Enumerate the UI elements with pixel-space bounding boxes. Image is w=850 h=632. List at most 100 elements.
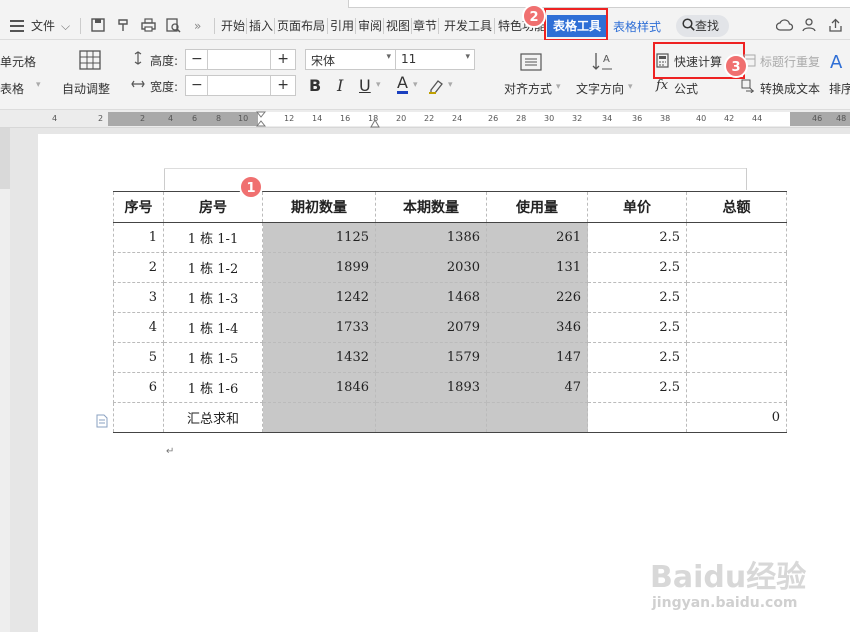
column-marker[interactable] [370,117,380,131]
table-cell[interactable] [375,402,487,433]
sort-button[interactable]: 排序 [829,80,850,97]
tab-view[interactable]: 视图 [386,18,410,34]
table-cell[interactable]: 1899 [262,252,376,283]
underline-icon[interactable]: U [359,76,371,95]
search-button[interactable]: 查找 [676,15,729,37]
table-button[interactable]: 表格 [0,80,24,97]
save-icon[interactable] [91,18,105,35]
table-cell[interactable]: 1579 [375,342,487,373]
convert-text-button[interactable]: 转换成文本 [760,80,820,97]
table-cell[interactable]: 1 [113,222,164,253]
file-menu[interactable]: 文件 [31,18,55,34]
table-cell[interactable] [686,282,787,313]
table-cell[interactable]: 2.5 [587,252,687,283]
cell-button[interactable]: 单元格 [0,53,36,70]
header-cell[interactable]: 本期数量 [375,191,487,223]
table-cell[interactable]: 2030 [375,252,487,283]
formula-button[interactable]: 公式 [674,80,698,97]
repeat-title-button[interactable]: 标题行重复 [760,53,820,70]
tab-home[interactable]: 开始 [221,18,245,34]
table-cell[interactable]: 0 [686,402,787,433]
user-collab-icon[interactable] [802,18,817,35]
table-cell[interactable]: 1432 [262,342,376,373]
tab-references[interactable]: 引用 [330,18,354,34]
table-cell[interactable]: 1 栋 1-5 [163,342,263,373]
table-cell[interactable]: 1125 [262,222,376,253]
tab-insert[interactable]: 插入 [249,18,273,34]
table-cell[interactable]: 6 [113,372,164,403]
table-cell[interactable]: 346 [486,312,588,343]
table-cell[interactable]: 1 栋 1-2 [163,252,263,283]
more-icon[interactable]: » [194,18,201,34]
auto-adjust-button[interactable]: 自动调整 [62,80,110,97]
font-name-select[interactable]: 宋体 ▾ [305,49,396,70]
table-cell[interactable]: 2 [113,252,164,283]
table-cell[interactable]: 4 [113,312,164,343]
step-badge: 1 [239,175,263,199]
table-cell[interactable]: 1733 [262,312,376,343]
tab-review[interactable]: 审阅 [358,18,382,34]
cloud-sync-icon[interactable] [775,18,794,35]
header-cell[interactable]: 期初数量 [262,191,376,223]
table-row: 6 1 栋 1-6 1846 1893 47 2.5 [113,372,787,403]
tab-table-style[interactable]: 表格样式 [613,18,661,35]
height-stepper[interactable]: − + [185,49,296,70]
chevron-down-icon[interactable]: ⌵ [61,18,70,34]
table-cell[interactable] [587,402,687,433]
table-cell[interactable]: 1386 [375,222,487,253]
table-cell[interactable] [113,402,164,433]
row-handle-icon[interactable] [96,414,108,431]
table-cell[interactable]: 汇总求和 [163,402,263,433]
table-cell[interactable]: 1242 [262,282,376,313]
table-cell[interactable]: 1 栋 1-6 [163,372,263,403]
table-cell[interactable]: 1 栋 1-3 [163,282,263,313]
table-cell[interactable]: 2.5 [587,342,687,373]
table-cell[interactable]: 1 栋 1-1 [163,222,263,253]
table-cell[interactable] [686,222,787,253]
table-cell[interactable]: 226 [486,282,588,313]
italic-icon[interactable]: I [337,76,343,95]
table-cell[interactable]: 3 [113,282,164,313]
table-cell[interactable] [686,342,787,373]
table-cell[interactable]: 1846 [262,372,376,403]
table-cell[interactable] [486,402,588,433]
tab-section[interactable]: 章节 [413,18,437,34]
table-cell[interactable]: 147 [486,342,588,373]
table-cell[interactable] [262,402,376,433]
format-painter-icon[interactable] [116,18,130,35]
indent-marker[interactable] [255,110,267,128]
table-cell[interactable]: 5 [113,342,164,373]
header-cell[interactable]: 序号 [113,191,164,223]
table-cell[interactable]: 1468 [375,282,487,313]
table-cell[interactable]: 261 [486,222,588,253]
share-icon[interactable] [828,18,843,35]
table-cell[interactable]: 2.5 [587,372,687,403]
header-cell[interactable]: 总额 [686,191,787,223]
highlighter-icon[interactable] [428,78,446,97]
tab-page-layout[interactable]: 页面布局 [277,18,325,34]
table-cell[interactable] [686,252,787,283]
table-cell[interactable]: 1893 [375,372,487,403]
font-color-icon[interactable]: A [397,75,408,94]
formula-icon: fx [656,78,669,93]
table-cell[interactable]: 131 [486,252,588,283]
tab-developer[interactable]: 开发工具 [444,18,492,34]
table-cell[interactable]: 47 [486,372,588,403]
table-cell[interactable]: 2.5 [587,282,687,313]
hamburger-icon[interactable] [10,20,24,35]
table-cell[interactable]: 2079 [375,312,487,343]
table-cell[interactable]: 2.5 [587,222,687,253]
font-size-select[interactable]: 11 ▾ [395,49,475,70]
print-preview-icon[interactable] [166,18,181,36]
print-icon[interactable] [141,18,156,35]
table-cell[interactable]: 1 栋 1-4 [163,312,263,343]
bold-icon[interactable]: B [309,76,321,95]
table-cell[interactable]: 2.5 [587,312,687,343]
width-stepper[interactable]: − + [185,75,296,96]
table-cell[interactable] [686,372,787,403]
text-direction-button[interactable]: 文字方向 [576,80,624,97]
align-button[interactable]: 对齐方式 [504,80,552,97]
table-cell[interactable] [686,312,787,343]
header-cell[interactable]: 使用量 [486,191,588,223]
header-cell[interactable]: 单价 [587,191,687,223]
